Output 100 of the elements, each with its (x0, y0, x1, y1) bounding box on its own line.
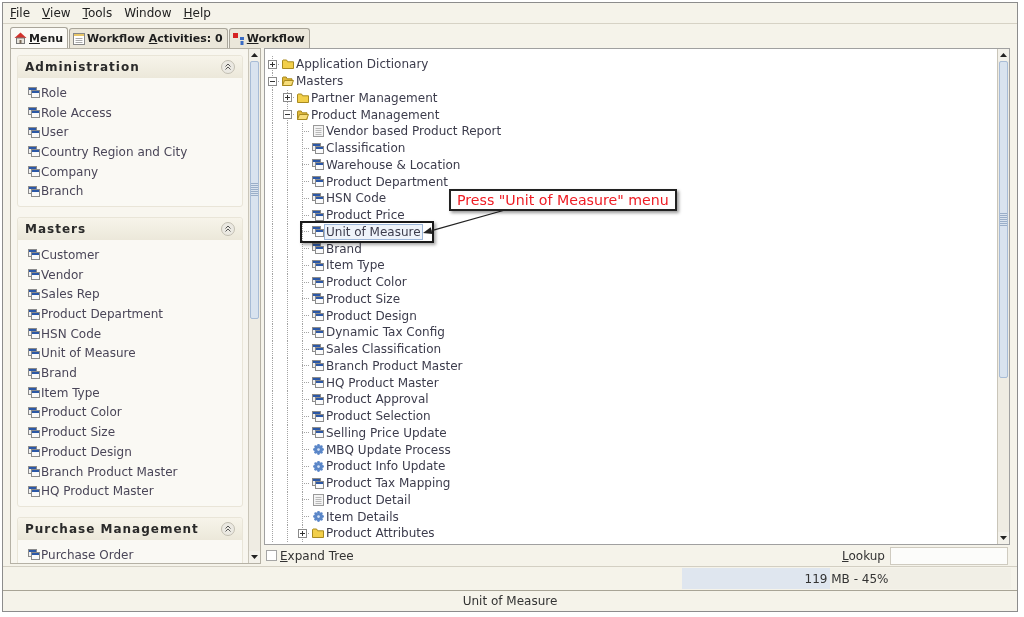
up-arrow-icon (251, 53, 258, 57)
tree-item[interactable]: Product Detail (324, 491, 413, 508)
scroll-down-button[interactable] (249, 551, 260, 563)
window-icon (28, 288, 40, 300)
sidebar-item[interactable]: Vendor (28, 264, 242, 285)
sidebar-item[interactable]: User (28, 122, 242, 143)
expand-toggle-icon[interactable] (298, 528, 307, 538)
window-icon (312, 377, 324, 389)
sidebar-item[interactable]: Product Size (28, 422, 242, 442)
tree-item[interactable]: Dynamic Tax Config (324, 324, 447, 341)
down-arrow-icon (1000, 536, 1007, 540)
expand-tree-checkbox[interactable] (266, 550, 277, 561)
tree-item[interactable]: Item Type (324, 257, 387, 274)
menu-item[interactable]: Help (177, 3, 217, 23)
scroll-up-button[interactable] (998, 49, 1009, 61)
tree-item[interactable]: Product Selection (324, 408, 433, 425)
tree-item[interactable]: Product Color (324, 274, 409, 291)
tree-item[interactable]: Warehouse & Location (324, 156, 463, 173)
tree-item[interactable]: Vendor based Product Report (324, 123, 504, 140)
window-icon (28, 485, 40, 497)
memory-reading: 119 MB - 45% (804, 571, 889, 586)
collapse-icon[interactable] (221, 60, 235, 74)
window-icon (312, 477, 324, 489)
sidebar-item[interactable]: Branch (28, 181, 242, 202)
sidebar-item[interactable]: Company (28, 161, 242, 182)
window-icon (28, 426, 40, 438)
folder-icon (312, 528, 324, 539)
menu-item[interactable]: Window (118, 3, 178, 23)
expand-toggle-icon[interactable] (268, 59, 277, 69)
sidebar-item[interactable]: Branch Product Master (28, 461, 242, 482)
sidebar-item[interactable]: Product Color (28, 402, 242, 423)
tree-item[interactable]: HSN Code (324, 190, 389, 207)
document-icon (312, 125, 324, 138)
scrollbar-thumb[interactable] (999, 61, 1008, 378)
window-icon (312, 343, 324, 355)
sidebar-item[interactable]: Brand (28, 363, 242, 383)
down-arrow-icon (251, 555, 258, 559)
tree-item[interactable]: Product Info Update (324, 458, 448, 475)
sidebar-item[interactable]: Product Design (28, 442, 242, 462)
window-icon (312, 276, 324, 288)
tree-item[interactable]: Unit of Measure (324, 223, 423, 240)
tree-item[interactable]: Product Size (324, 290, 402, 307)
lookup-label: Lookup (842, 548, 885, 563)
tree-item[interactable]: Brand (324, 240, 364, 257)
tree-item[interactable]: Partner Management (309, 89, 440, 106)
gear-icon (312, 444, 324, 456)
folder-icon (282, 59, 294, 70)
tree-item[interactable]: HQ Product Master (324, 374, 441, 391)
window-icon (312, 243, 324, 255)
menu-item[interactable]: View (36, 3, 77, 23)
tree-item[interactable]: Branch Product Master (324, 357, 465, 374)
tree-item[interactable]: Selling Price Update (324, 424, 449, 441)
window-icon (312, 427, 324, 439)
gear-icon (312, 511, 324, 523)
tree-item[interactable]: Product Design (324, 307, 419, 324)
tab[interactable]: Workflow (228, 28, 310, 48)
lookup-field[interactable] (890, 546, 1008, 565)
tree-item[interactable]: Product Department (324, 173, 450, 190)
tree-item[interactable]: MBQ Update Process (324, 441, 453, 458)
sidebar-item[interactable]: Sales Rep (28, 284, 242, 305)
vertical-scrollbar[interactable] (997, 49, 1009, 544)
scroll-up-button[interactable] (249, 49, 260, 61)
vertical-scrollbar[interactable] (248, 49, 260, 563)
expand-toggle-icon[interactable] (283, 93, 292, 103)
window-icon (28, 406, 40, 418)
tree-item[interactable]: Item Details (324, 508, 401, 525)
window-icon (312, 259, 324, 271)
sidebar-item[interactable]: HQ Product Master (28, 481, 242, 502)
collapse-toggle-icon[interactable] (283, 110, 292, 120)
tab[interactable]: Menu (10, 27, 69, 48)
sidebar-item[interactable]: Role Access (28, 102, 242, 123)
tree-item[interactable]: Masters (294, 73, 346, 90)
sidebar-item[interactable]: HSN Code (28, 323, 242, 344)
collapse-icon[interactable] (221, 522, 235, 537)
sidebar-item[interactable]: Purchase Order (28, 545, 242, 563)
tree-item[interactable]: Application Dictionary (294, 56, 431, 73)
window-icon (28, 367, 40, 379)
sidebar-item[interactable]: Unit of Measure (28, 343, 242, 364)
window-icon (312, 226, 324, 238)
menu-item[interactable]: File (4, 3, 37, 23)
tree-item[interactable]: Classification (324, 140, 408, 157)
tree-item[interactable]: Product Attributes (324, 525, 437, 542)
sidebar-item[interactable]: Product Department (28, 304, 242, 324)
tree-item[interactable]: Product Management (309, 106, 442, 123)
window-icon (312, 393, 324, 405)
sidebar-item[interactable]: Customer (28, 245, 242, 265)
sidebar-item[interactable]: Role (28, 83, 242, 103)
menu-item[interactable]: Tools (76, 3, 119, 23)
tree-item[interactable]: Product Price (324, 207, 407, 224)
tab[interactable]: Workflow Activities: 0 (69, 28, 228, 48)
sidebar-item[interactable]: Country Region and City (28, 142, 242, 162)
scroll-down-button[interactable] (998, 532, 1009, 544)
window-icon (312, 209, 324, 221)
tree-item[interactable]: Sales Classification (324, 341, 444, 358)
tree-item[interactable]: Product Tax Mapping (324, 475, 453, 492)
collapse-toggle-icon[interactable] (268, 76, 277, 86)
sidebar-item[interactable]: Item Type (28, 382, 242, 403)
collapse-icon[interactable] (221, 222, 235, 237)
tree-item[interactable]: Product Approval (324, 391, 431, 408)
scrollbar-thumb[interactable] (250, 61, 259, 319)
